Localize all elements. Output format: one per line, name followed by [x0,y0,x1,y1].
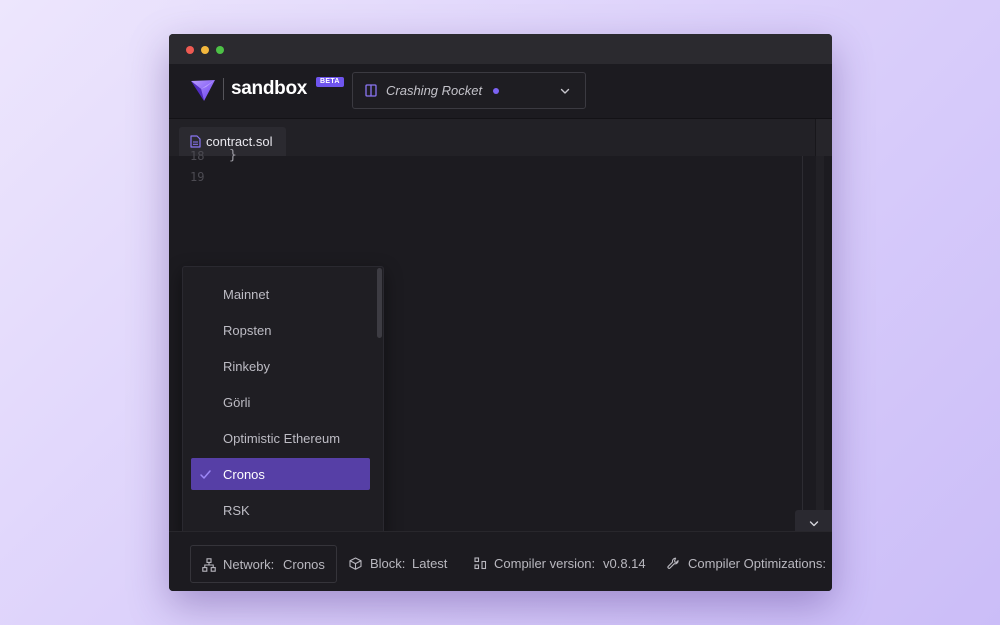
compiler-icon [474,557,487,570]
network-label: Network: [223,557,275,572]
network-option-label: Cronos [223,467,265,482]
network-option-optimistic-ethereum[interactable]: Optimistic Ethereum [191,422,370,454]
status-bar: Network: Cronos Block: Latest Compiler v… [169,531,832,591]
logo-divider [223,78,224,100]
dropdown-scrollbar[interactable] [377,268,382,338]
network-option-ropsten[interactable]: Ropsten [191,314,370,346]
tab-bar-scroll-area [815,119,832,156]
sandbox-logo-icon[interactable] [190,77,216,103]
editor-tab-bar: contract.sol [169,119,832,156]
cube-icon [349,557,362,570]
compiler-optimizations-label[interactable]: Compiler Optimizations: [688,556,826,571]
minimize-window-button[interactable] [201,46,209,54]
network-option-label: Ropsten [223,323,272,338]
project-name: Crashing Rocket [386,83,483,98]
check-icon [200,470,211,479]
editor-scrollbar[interactable] [816,156,824,531]
chevron-down-icon [809,521,819,527]
network-option-label: Rinkeby [223,359,270,374]
close-window-button[interactable] [186,46,194,54]
network-option-gorli[interactable]: Görli [191,386,370,418]
network-option-label: RSK [223,503,250,518]
app-window: sandbox BETA Crashing Rocket contract.so… [169,34,832,591]
network-value: Cronos [283,557,325,572]
wrench-icon [667,557,679,569]
network-option-label: Mainnet [223,287,270,302]
network-selector-button[interactable]: Network: Cronos [190,545,337,583]
network-option-label: Optimistic Ethereum [223,431,341,446]
code-text: } [229,148,237,163]
brand-name: sandbox [231,78,308,99]
window-titlebar [169,34,832,64]
tab-label: contract.sol [206,134,273,149]
network-option-rinkeby[interactable]: Rinkeby [191,350,370,382]
editor-ruler [802,156,803,531]
network-option-cronos[interactable]: Cronos [191,458,370,490]
project-status-dot [493,88,499,94]
network-dropdown-menu[interactable]: Mainnet Ropsten Rinkeby Görli Optimistic… [182,266,384,538]
chevron-down-icon[interactable] [559,85,571,97]
compiler-version-label[interactable]: Compiler version: [494,556,595,571]
compiler-version-value[interactable]: v0.8.14 [603,556,646,571]
block-value[interactable]: Latest [412,556,447,571]
network-option-label: Görli [223,395,251,410]
app-header: sandbox BETA Crashing Rocket [169,64,832,119]
file-icon [190,135,201,148]
network-icon [202,558,216,572]
line-number: 18 [190,149,205,163]
block-label[interactable]: Block: [370,556,405,571]
line-number: 19 [190,170,205,184]
project-selector[interactable]: Crashing Rocket [352,72,586,109]
network-option-mainnet[interactable]: Mainnet [191,278,370,310]
beta-badge: BETA [316,77,344,87]
maximize-window-button[interactable] [216,46,224,54]
book-icon [365,84,377,97]
network-option-rsk[interactable]: RSK [191,494,370,526]
